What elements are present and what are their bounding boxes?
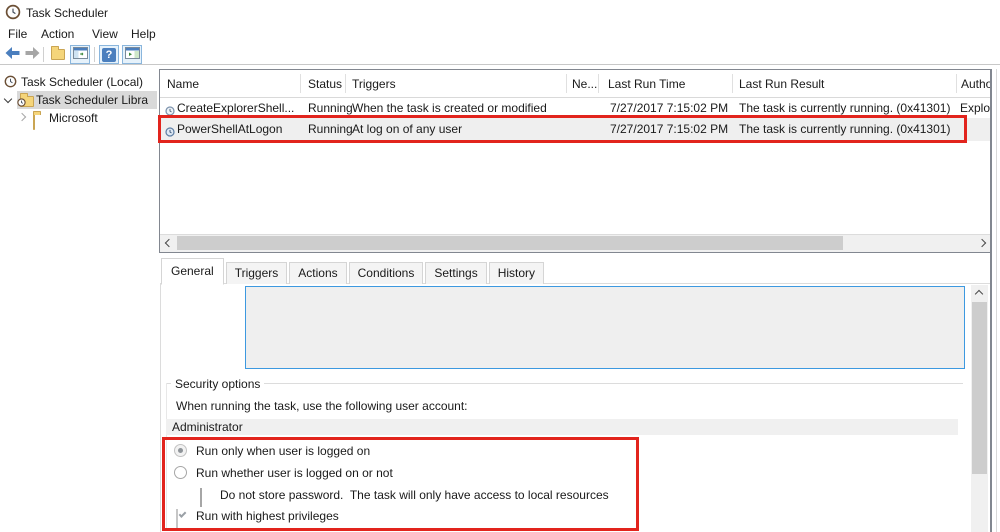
column-divider <box>566 74 567 93</box>
account-prompt-label: When running the task, use the following… <box>176 399 468 414</box>
sidebar-item-task-scheduler-library[interactable]: Task Scheduler Libra <box>0 91 157 109</box>
menu-action[interactable]: Action <box>41 27 74 41</box>
tab-settings[interactable]: Settings <box>425 262 486 284</box>
tab-actions[interactable]: Actions <box>289 262 346 284</box>
tree-item-label: Task Scheduler Libra <box>36 91 148 109</box>
tab-general[interactable]: General <box>161 258 224 285</box>
tab-triggers[interactable]: Triggers <box>226 262 288 284</box>
toolbar-separator <box>94 47 95 62</box>
chevron-right-icon[interactable] <box>18 113 26 121</box>
menu-file[interactable]: File <box>8 27 27 41</box>
column-header-triggers[interactable]: Triggers <box>352 73 396 95</box>
show-hide-action-pane-button[interactable] <box>122 45 142 64</box>
column-divider <box>345 74 346 93</box>
column-header-name[interactable]: Name <box>167 73 199 95</box>
column-header-last-run-time[interactable]: Last Run Time <box>608 73 685 95</box>
annotation-red-box-task-row <box>158 115 967 143</box>
column-divider <box>598 74 599 93</box>
column-header-author[interactable]: Autho <box>961 73 992 95</box>
show-hide-console-tree-button[interactable] <box>70 45 90 64</box>
column-divider <box>956 74 957 93</box>
description-textarea[interactable] <box>245 286 965 369</box>
tab-history[interactable]: History <box>489 262 544 284</box>
sidebar-item-task-scheduler-local[interactable]: Task Scheduler (Local) <box>0 73 157 91</box>
back-button[interactable] <box>2 45 22 64</box>
toolbar <box>0 43 1000 65</box>
horizontal-scrollbar-thumb[interactable] <box>177 236 843 250</box>
action-pane-window-icon <box>125 46 140 64</box>
task-scheduler-window: Task Scheduler File Action View Help ? <box>0 0 1000 532</box>
console-tree-window-icon <box>73 46 88 64</box>
back-arrow-icon <box>5 46 20 64</box>
pane-right-border <box>990 69 992 532</box>
forward-button[interactable] <box>22 45 42 64</box>
column-header-last-run-result[interactable]: Last Run Result <box>739 73 824 95</box>
window-title: Task Scheduler <box>26 6 108 21</box>
column-divider <box>732 74 733 93</box>
menu-view[interactable]: View <box>92 27 118 41</box>
toolbar-separator <box>43 47 44 62</box>
sidebar-item-microsoft[interactable]: Microsoft <box>0 109 157 127</box>
column-header-status[interactable]: Status <box>308 73 342 95</box>
column-header-next-run[interactable]: Ne... <box>572 73 597 95</box>
help-icon: ? <box>102 48 116 62</box>
action-pane-edge <box>996 69 997 532</box>
vertical-scrollbar-thumb[interactable] <box>972 302 987 474</box>
annotation-red-box-security-options <box>162 437 639 531</box>
column-divider <box>300 74 301 93</box>
account-value: Administrator <box>172 420 243 435</box>
group-box-border <box>166 383 963 384</box>
tree-item-label: Microsoft <box>49 109 98 127</box>
app-clock-icon <box>5 4 21 25</box>
folder-icon <box>51 49 65 60</box>
account-field <box>166 419 958 435</box>
tree-item-label: Task Scheduler (Local) <box>21 73 143 91</box>
tab-conditions[interactable]: Conditions <box>349 262 424 284</box>
folder-icon <box>33 114 35 130</box>
folder-toolbar-button[interactable] <box>48 45 68 64</box>
security-options-group-label: Security options <box>171 377 264 392</box>
chevron-down-icon[interactable] <box>4 95 12 103</box>
tab-strip: General Triggers Actions Conditions Sett… <box>161 261 546 284</box>
forward-arrow-icon <box>25 46 40 64</box>
menu-help[interactable]: Help <box>131 27 156 41</box>
help-button[interactable]: ? <box>99 45 119 64</box>
